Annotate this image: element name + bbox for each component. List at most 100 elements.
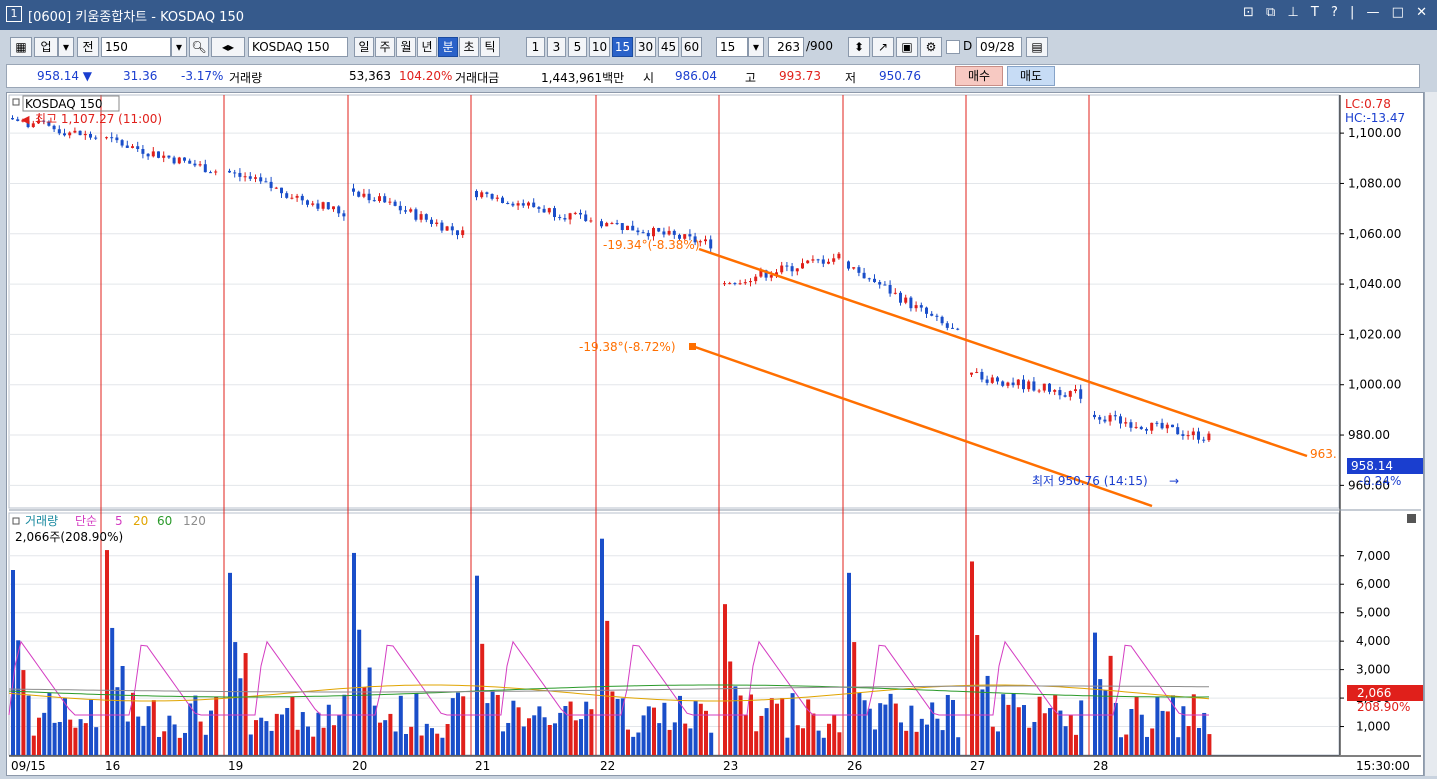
candle-body [862,272,866,279]
interval-tab-7[interactable]: 60 [681,37,702,57]
interval-tab-6[interactable]: 45 [658,37,679,57]
candle-body [125,145,129,148]
candle-body [63,133,66,136]
high-value: 993.73 [779,69,821,83]
candle-body [362,193,366,197]
volume-bar [105,550,109,755]
search-icon[interactable]: 🔍︎ [189,37,209,57]
volume-bar [909,705,914,755]
candle-body [662,231,666,235]
sound-icon[interactable]: ◂▸ [211,37,245,57]
interval-tab-3[interactable]: 10 [589,37,610,57]
volume-legend-name: 거래량 [25,514,58,528]
volume-bar [631,736,636,755]
price-tick-label: 1,100.00 [1348,126,1401,140]
market-select[interactable]: 업 [34,37,58,57]
candle-body [1186,435,1190,437]
volume-legend-ma-5: 5 [115,514,123,528]
candle-body [723,283,726,285]
volume-bar [1150,728,1155,755]
volume-bar [688,728,693,755]
chart-area[interactable]: 1,100.00 1,080.00 1,060.00 1,040.00 1,020.00… [6,92,1424,776]
channel-top-label: -19.34°(-8.38%) [603,238,700,252]
interval-tab-1[interactable]: 3 [547,37,566,57]
indicator-icon[interactable]: ⬍ [848,37,870,57]
count-input[interactable]: 263 [768,37,804,57]
candle-body [667,230,671,235]
volume-bar [485,703,490,755]
interval-dropdown-icon[interactable]: ▾ [748,37,764,57]
candle-body [372,200,376,202]
date-label: 28 [1093,759,1108,773]
volume-bar [1037,696,1042,755]
volume-bar [780,698,785,755]
candle-body [985,379,989,383]
period-tab-6[interactable]: 틱 [480,37,500,57]
candle-body [238,172,242,177]
volume-bar [440,737,445,755]
volume-value: 53,363 [349,69,391,83]
price-tick-label: 1,080.00 [1348,176,1401,190]
volume-bar [188,703,193,755]
high-label: 고 [745,71,757,85]
candle-body [1119,416,1122,424]
volume-bar [883,704,888,755]
sell-button[interactable]: 매도 [1007,66,1055,86]
date-label: 23 [723,759,738,773]
min-arrow-icon: → [1169,474,1179,488]
interval-tab-2[interactable]: 5 [568,37,587,57]
interval-tab-0[interactable]: 1 [526,37,545,57]
candle-body [951,327,954,329]
candle-body [780,265,784,273]
open-label: 시 [643,71,655,85]
code-input[interactable]: 150 [101,37,171,57]
vertical-scrollbar[interactable] [1424,92,1437,776]
interval-input[interactable]: 15 [716,37,748,57]
scope-button[interactable]: 전 [77,37,99,57]
name-input[interactable]: KOSDAQ 150 [248,37,348,57]
window-controls[interactable]: ⊡ ⧉ ⊥ T ? | — □ ✕ [1243,5,1431,20]
buy-button[interactable]: 매수 [955,66,1003,86]
volume-bar [516,707,521,755]
chart-type-icon[interactable]: ▦ [10,37,32,57]
candle-body [285,193,289,198]
interval-tab-5[interactable]: 30 [635,37,656,57]
period-tab-5[interactable]: 초 [459,37,479,57]
date-input[interactable]: 09/28 [976,37,1022,57]
volume-bar [1053,695,1058,755]
code-dropdown-icon[interactable]: ▾ [171,37,187,57]
date-checkbox[interactable] [946,40,960,54]
volume-bar [83,723,88,755]
period-tab-4[interactable]: 분 [438,37,458,57]
period-tab-1[interactable]: 주 [375,37,395,57]
volume-bar [501,731,505,755]
candle-body [57,129,61,134]
interval-tab-4[interactable]: 15 [612,37,633,57]
candle-body [1202,439,1206,441]
date-label: 16 [105,759,120,773]
save-icon[interactable]: ▣ [896,37,918,57]
period-tab-0[interactable]: 일 [354,37,374,57]
candle-body [16,119,20,121]
market-dropdown-icon[interactable]: ▾ [58,37,74,57]
trendline-icon[interactable]: ↗ [872,37,894,57]
price-tick-label: 980.00 [1348,428,1390,442]
volume-bar [945,694,950,755]
gear-icon[interactable]: ⚙ [920,37,942,57]
volume-bar [1058,710,1063,755]
volume-bar [935,718,940,755]
period-tab-2[interactable]: 월 [396,37,416,57]
volume-bar [553,723,557,755]
volume-bar [435,733,440,755]
period-tab-3[interactable]: 년 [417,37,437,57]
candle-body [1079,389,1083,399]
volume-bar [754,731,759,755]
calendar-icon[interactable]: ▤ [1026,37,1048,57]
candle-body [78,130,82,136]
chart-canvas[interactable]: 1,100.00 1,080.00 1,060.00 1,040.00 1,020.00… [7,93,1423,775]
candle-body [688,234,692,237]
volume-bar [254,720,258,755]
volume-bar [461,696,466,755]
channel-upper-line [698,247,1308,458]
volume-bar [893,703,898,755]
